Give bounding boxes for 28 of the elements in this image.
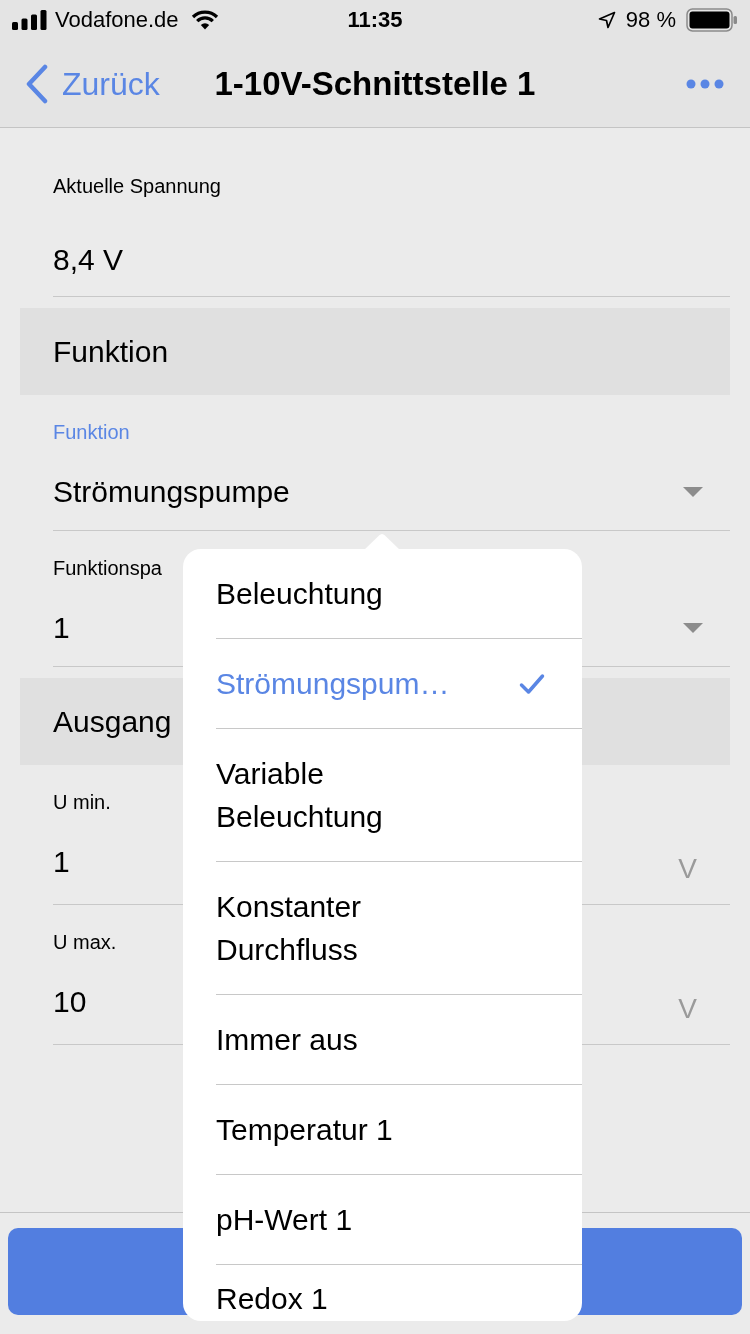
wifi-icon bbox=[190, 10, 219, 30]
signal-icon bbox=[12, 10, 47, 30]
clock-time: 11:35 bbox=[347, 7, 403, 33]
caret-icon bbox=[683, 487, 703, 497]
dropdown-option[interactable]: Konstanter Durchfluss bbox=[183, 862, 582, 995]
caret-icon bbox=[683, 623, 703, 633]
readout-label: Aktuelle Spannung bbox=[53, 174, 221, 198]
battery-percentage: 98 % bbox=[625, 7, 676, 33]
readout-value: 8,4 V bbox=[53, 242, 124, 278]
field-label: Funktionspa bbox=[53, 556, 162, 580]
checkmark-icon bbox=[519, 672, 545, 695]
dropdown-option[interactable]: Immer aus bbox=[183, 995, 582, 1085]
dropdown-option[interactable]: pH-Wert 1 bbox=[183, 1175, 582, 1265]
field-label: U max. bbox=[53, 930, 117, 954]
select-field[interactable]: Strömungspumpe bbox=[53, 474, 730, 531]
location-icon bbox=[597, 11, 616, 29]
dropdown-option[interactable]: Beleuchtung bbox=[183, 549, 582, 639]
battery-icon bbox=[686, 8, 738, 32]
chevron-left-icon bbox=[25, 63, 49, 104]
carrier-name: Vodafone.de bbox=[55, 7, 179, 33]
dropdown-option[interactable]: Temperatur 1 bbox=[183, 1085, 582, 1175]
dropdown-option[interactable]: Redox 1 bbox=[183, 1265, 582, 1321]
section-header: Funktion bbox=[20, 308, 730, 395]
more-button[interactable] bbox=[686, 78, 724, 89]
field-label: U min. bbox=[53, 790, 111, 814]
field-label: Funktion bbox=[53, 420, 130, 444]
more-icon bbox=[686, 78, 724, 89]
screen-title: 1-10V-Schnittstelle 1 bbox=[214, 64, 536, 103]
